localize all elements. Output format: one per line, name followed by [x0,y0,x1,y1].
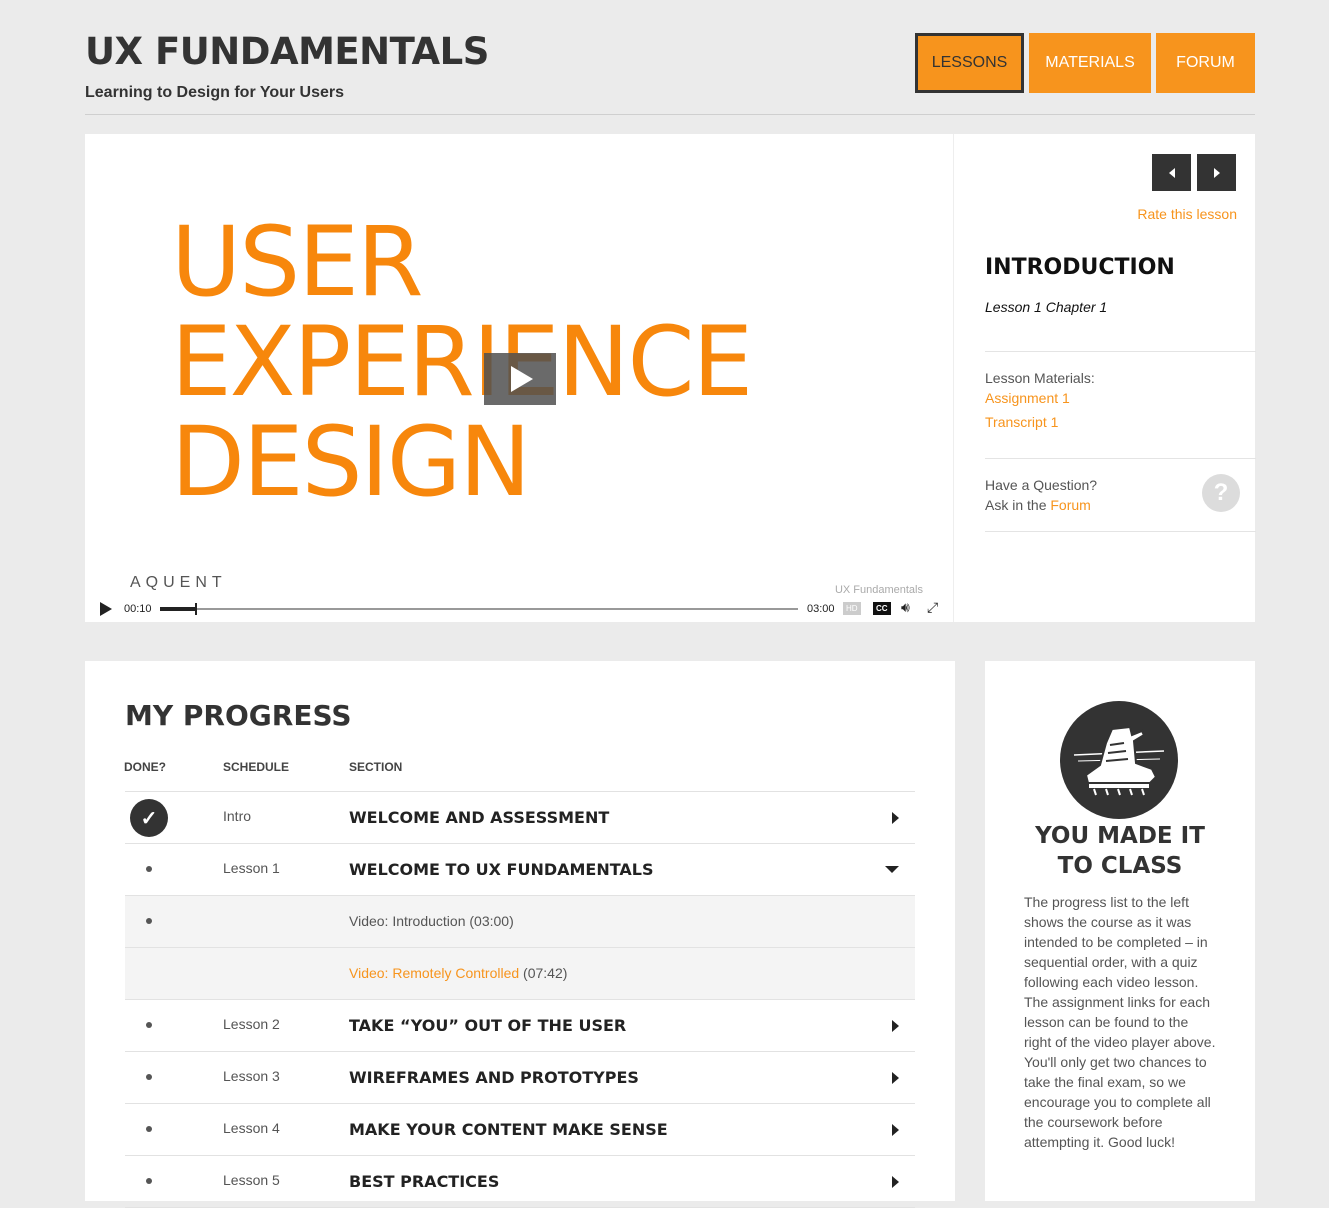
incomplete-dot-icon [146,1022,152,1028]
check-icon: ✓ [130,799,168,837]
video-title-art: USER EXPERIENCE DESIGN [171,206,753,518]
site-header: UX FUNDAMENTALS Learning to Design for Y… [85,0,1255,115]
schedule-cell: Lesson 5 [223,1172,280,1188]
divider [985,531,1256,532]
incomplete-dot-icon [146,1126,152,1132]
lesson-title: INTRODUCTION [985,255,1175,280]
incomplete-dot-icon [146,1074,152,1080]
table-row[interactable]: ✓ Intro WELCOME AND ASSESSMENT [125,791,915,844]
schedule-cell: Lesson 2 [223,1016,280,1032]
video-title-line: DESIGN [171,406,531,518]
incomplete-dot-icon [146,918,152,924]
lesson-info-sidebar: Rate this lesson INTRODUCTION Lesson 1 C… [953,134,1256,622]
video-footer-text: UX Fundamentals [834,584,923,596]
main-nav: LESSONS MATERIALS FORUM [915,33,1255,93]
video-panel: USER EXPERIENCE DESIGN AQUENT UX Fundame… [85,134,1256,622]
forum-link[interactable]: Forum [1050,497,1090,513]
col-header-section: SECTION [349,760,403,774]
video-title-line: EXPERIENCE [171,306,753,418]
col-header-schedule: SCHEDULE [223,760,290,774]
site-subtitle: Learning to Design for Your Users [85,84,345,101]
volume-icon[interactable]: 🔊︎ [901,599,910,616]
question-label: Have a Question? [985,477,1098,493]
chevron-left-icon [1168,167,1175,178]
chevron-right-icon[interactable] [892,1176,899,1188]
progress-panel: MY PROGRESS DONE? SCHEDULE SECTION ✓ Int… [85,661,955,1208]
section-title: MAKE YOUR CONTENT MAKE SENSE [349,1120,668,1139]
chevron-right-icon[interactable] [892,1020,899,1032]
chevron-right-icon[interactable] [892,812,899,824]
chevron-right-icon [1213,167,1220,178]
chevron-right-icon[interactable] [892,1072,899,1084]
nav-forum-button[interactable]: FORUM [1156,33,1255,93]
transcript-link[interactable]: Transcript 1 [985,414,1058,430]
progress-title: MY PROGRESS [125,699,352,732]
seek-bar[interactable] [160,603,798,615]
divider [985,351,1256,352]
materials-label: Lesson Materials: [985,370,1095,386]
assignment-link[interactable]: Assignment 1 [985,390,1070,406]
divider [985,458,1256,459]
video-item-duration: (07:42) [519,965,568,981]
video-item-text: Video: Remotely Controlled (07:42) [349,965,567,981]
nav-materials-button[interactable]: MATERIALS [1029,33,1151,93]
table-row[interactable]: Lesson 5 BEST PRACTICES [125,1156,915,1208]
current-time: 00:10 [124,603,152,615]
badge-title-line: YOU MADE IT [1035,823,1205,849]
section-title: WELCOME AND ASSESSMENT [349,808,610,827]
badge-description: The progress list to the left shows the … [1024,894,1216,1150]
schedule-cell: Lesson 3 [223,1068,280,1084]
chevron-down-icon[interactable] [885,866,899,873]
table-subrow[interactable]: Video: Remotely Controlled (07:42) [125,948,915,1000]
cc-button[interactable]: CC [873,602,891,615]
rate-lesson-link[interactable]: Rate this lesson [1137,206,1237,222]
table-subrow[interactable]: Video: Introduction (03:00) [125,896,915,948]
play-icon[interactable] [100,602,112,616]
table-row[interactable]: Lesson 1 WELCOME TO UX FUNDAMENTALS [125,844,915,896]
col-header-done: DONE? [124,760,166,774]
section-title: WELCOME TO UX FUNDAMENTALS [349,860,654,879]
help-icon[interactable]: ? [1202,474,1240,512]
table-row[interactable]: Lesson 3 WIREFRAMES AND PROTOTYPES [125,1052,915,1104]
incomplete-dot-icon [146,866,152,872]
video-controls: 00:10 03:00 HD CC 🔊︎ ⤢ [85,596,953,622]
incomplete-dot-icon [146,1178,152,1184]
table-row[interactable]: Lesson 4 MAKE YOUR CONTENT MAKE SENSE [125,1104,915,1156]
video-item-link[interactable]: Video: Remotely Controlled [349,965,519,981]
fullscreen-icon[interactable]: ⤢ [927,599,938,616]
next-lesson-button[interactable] [1197,154,1236,191]
boot-icon-graphic [1073,725,1165,796]
progress-table: ✓ Intro WELCOME AND ASSESSMENT Lesson 1 … [125,791,915,1208]
duration-time: 03:00 [807,603,835,615]
site-title: UX FUNDAMENTALS [85,30,489,73]
badge-title: YOU MADE IT TO CLASS [985,821,1255,881]
video-player[interactable]: USER EXPERIENCE DESIGN AQUENT UX Fundame… [85,134,953,622]
chevron-right-icon[interactable] [892,1124,899,1136]
nav-lessons-button[interactable]: LESSONS [915,33,1024,93]
badge-title-line: TO CLASS [1057,853,1183,879]
schedule-cell: Intro [223,808,252,824]
ask-prefix: Ask in the [985,497,1051,513]
schedule-cell: Lesson 4 [223,1120,280,1136]
badge-panel: YOU MADE IT TO CLASS The progress list t… [985,661,1255,1201]
play-icon [511,366,533,392]
hd-button[interactable]: HD [843,602,861,615]
play-overlay-button[interactable] [484,353,556,405]
ask-forum-text: Ask in the Forum [985,497,1091,513]
table-row[interactable]: Lesson 2 TAKE “YOU” OUT OF THE USER [125,1000,915,1052]
video-brand: AQUENT [130,574,227,591]
schedule-cell: Lesson 1 [223,860,280,876]
section-title: BEST PRACTICES [349,1172,500,1191]
video-item-text: Video: Introduction (03:00) [349,913,514,929]
prev-lesson-button[interactable] [1152,154,1191,191]
seek-handle[interactable] [195,603,197,615]
boot-icon [1060,701,1178,819]
video-title-line: USER [171,206,424,318]
lesson-subtitle: Lesson 1 Chapter 1 [985,299,1108,315]
seek-bar-fill [160,607,195,611]
section-title: WIREFRAMES AND PROTOTYPES [349,1068,639,1087]
section-title: TAKE “YOU” OUT OF THE USER [349,1016,627,1035]
